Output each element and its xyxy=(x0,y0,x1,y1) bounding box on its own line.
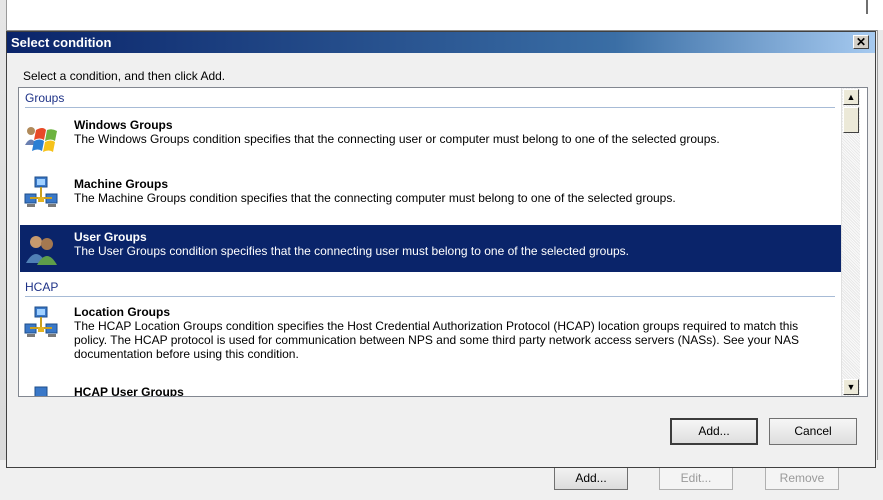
vertical-scrollbar[interactable]: ▲ ▼ xyxy=(841,88,860,396)
windows-groups-icon xyxy=(24,121,58,155)
cancel-button[interactable]: Cancel xyxy=(769,418,857,445)
select-condition-dialog: Select condition ✕ Select a condition, a… xyxy=(6,31,876,468)
condition-description: The HCAP Location Groups condition speci… xyxy=(74,319,799,361)
condition-title: Location Groups xyxy=(74,305,170,319)
condition-list[interactable]: Groups Windows Groups The Windows Groups… xyxy=(18,87,868,397)
group-header-groups: Groups xyxy=(25,89,835,108)
background-window-top xyxy=(0,0,883,31)
background-window-right-edge xyxy=(877,30,883,500)
condition-item-hcap-user-groups[interactable]: HCAP User Groups xyxy=(20,380,841,396)
background-add-button[interactable]: Add... xyxy=(554,467,628,490)
background-edit-button[interactable]: Edit... xyxy=(659,467,733,490)
condition-item-user-groups[interactable]: User Groups The User Groups condition sp… xyxy=(20,225,841,272)
scroll-up-arrow-icon[interactable]: ▲ xyxy=(843,89,859,105)
scroll-down-arrow-icon[interactable]: ▼ xyxy=(843,379,859,395)
condition-title: HCAP User Groups xyxy=(74,385,184,396)
instruction-text: Select a condition, and then click Add. xyxy=(23,69,226,83)
condition-title: Windows Groups xyxy=(74,118,173,132)
condition-title: Machine Groups xyxy=(74,177,169,191)
add-button[interactable]: Add... xyxy=(670,418,758,445)
condition-title: User Groups xyxy=(74,230,147,244)
condition-item-location-groups[interactable]: Location Groups The HCAP Location Groups… xyxy=(20,300,841,374)
close-button[interactable]: ✕ xyxy=(853,35,869,49)
condition-description: The User Groups condition specifies that… xyxy=(74,244,629,258)
group-header-hcap: HCAP xyxy=(25,278,835,297)
network-computers-icon xyxy=(24,306,58,340)
title-bar: Select condition ✕ xyxy=(7,32,875,53)
network-computers-icon xyxy=(24,176,58,210)
background-remove-button[interactable]: Remove xyxy=(765,467,839,490)
condition-description: The Windows Groups condition specifies t… xyxy=(74,132,720,146)
condition-item-machine-groups[interactable]: Machine Groups The Machine Groups condit… xyxy=(20,172,841,217)
users-icon xyxy=(24,233,58,267)
condition-description: The Machine Groups condition specifies t… xyxy=(74,191,676,205)
network-computers-icon xyxy=(24,386,58,396)
condition-list-content: Groups Windows Groups The Windows Groups… xyxy=(19,88,841,396)
background-frame xyxy=(0,0,868,14)
scrollbar-thumb[interactable] xyxy=(843,107,859,133)
dialog-title: Select condition xyxy=(11,35,112,50)
condition-item-windows-groups[interactable]: Windows Groups The Windows Groups condit… xyxy=(20,113,841,170)
